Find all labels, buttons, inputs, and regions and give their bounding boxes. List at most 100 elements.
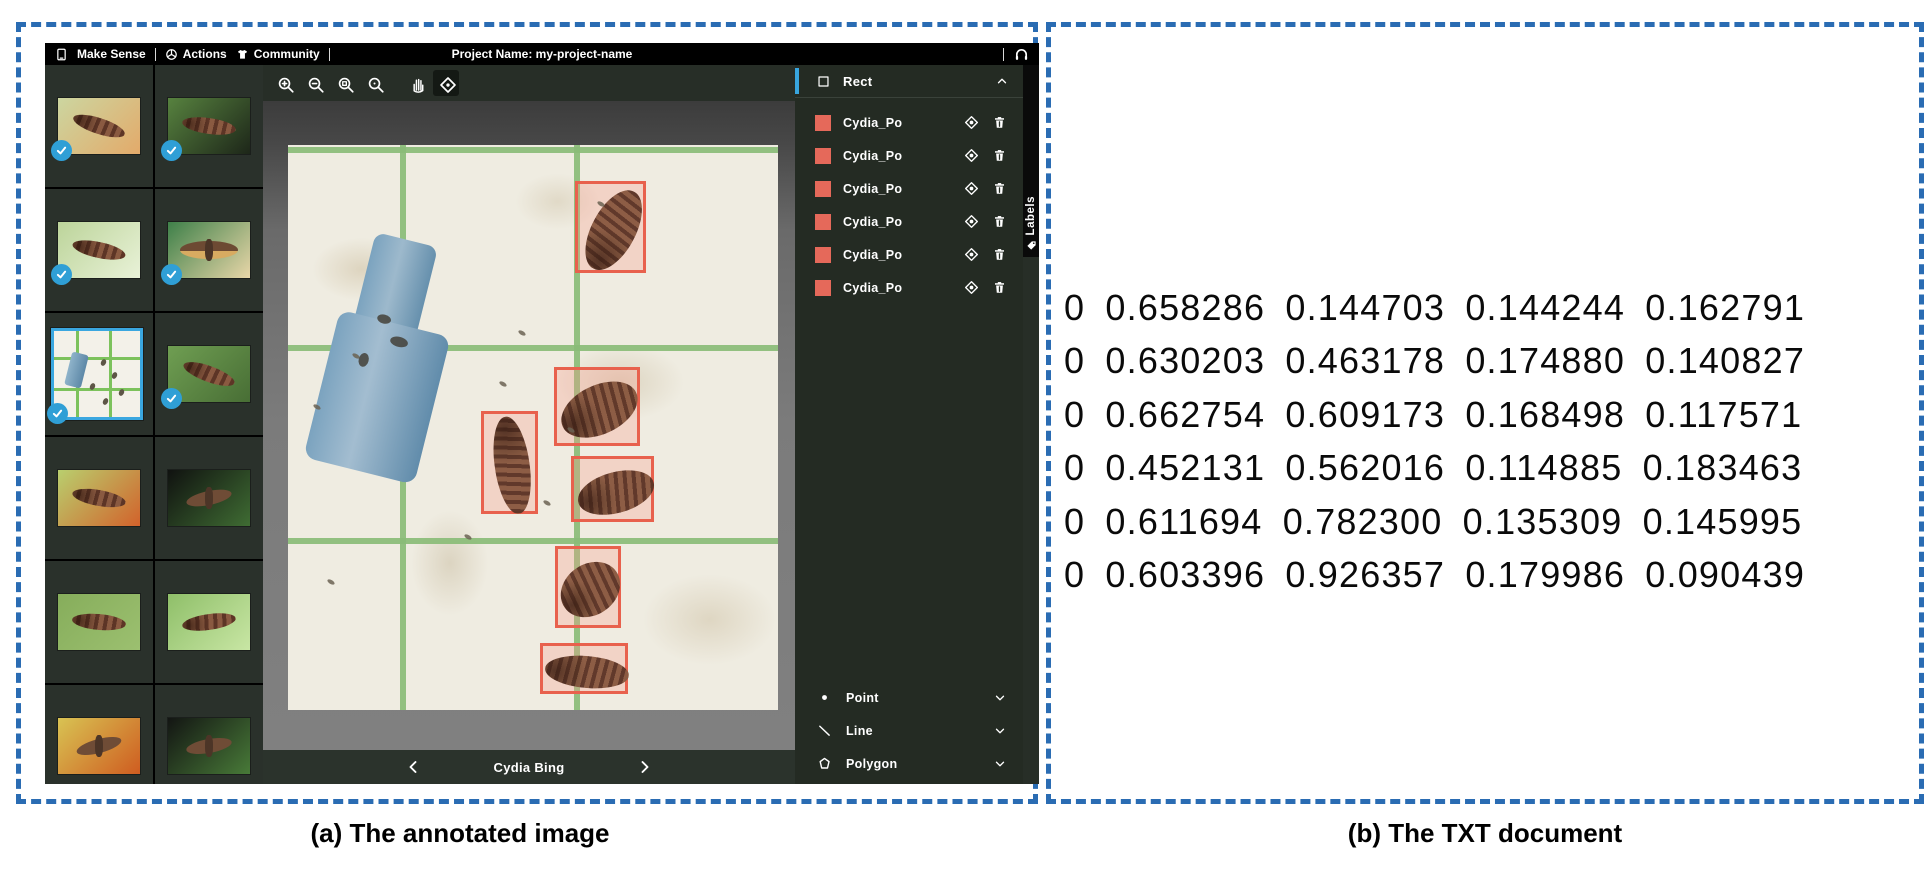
menu-actions[interactable]: Actions (165, 47, 227, 61)
chevron-up-icon[interactable] (995, 74, 1009, 88)
trap-gridline (288, 147, 778, 153)
thumbnail-cell[interactable] (45, 437, 153, 559)
select-tool-button[interactable] (433, 70, 459, 96)
thumbnail-image[interactable] (51, 98, 140, 161)
bounding-box[interactable] (539, 642, 630, 694)
thumbnail-cell[interactable] (45, 189, 153, 311)
zoom-in-button[interactable] (271, 70, 297, 96)
headphones-icon[interactable] (1014, 47, 1029, 62)
bounding-box[interactable] (481, 410, 538, 517)
visibility-button[interactable] (964, 247, 979, 262)
visibility-button[interactable] (964, 214, 979, 229)
delete-button[interactable] (992, 148, 1007, 163)
bounding-box[interactable] (552, 366, 648, 450)
thumbnail-cell[interactable] (155, 65, 263, 187)
debris-speck (517, 329, 527, 338)
thumbnail-image[interactable] (168, 718, 250, 774)
thumbnail-cell[interactable] (155, 313, 263, 435)
tool-label: Line (846, 723, 873, 738)
visibility-button[interactable] (964, 148, 979, 163)
moth-body (205, 239, 213, 261)
labels-tab[interactable]: Labels (1023, 65, 1039, 257)
txt-line: 0 0.452131 0.562016 0.114885 0.183463 (1064, 447, 1803, 489)
tool-sections: Point Line Polygon (795, 681, 1023, 780)
label-row[interactable]: Cydia_Po (795, 271, 1023, 304)
delete-button[interactable] (992, 214, 1007, 229)
larva-figure (70, 236, 128, 264)
visibility-button[interactable] (964, 280, 979, 295)
thumb-speck (118, 388, 126, 398)
thumbnail-image[interactable] (58, 718, 140, 774)
thumbnail-image[interactable] (58, 594, 140, 650)
line-icon (817, 723, 832, 738)
label-row-actions (964, 148, 1007, 163)
thumbnail-cell[interactable] (45, 685, 153, 784)
thumbnail-image[interactable] (161, 98, 250, 161)
annotated-trap-image[interactable] (288, 145, 778, 710)
menu-divider (154, 47, 156, 61)
delete-button[interactable] (992, 280, 1007, 295)
thumbnail-image[interactable] (58, 470, 140, 526)
thumbnail-cell[interactable] (155, 561, 263, 683)
thumbnail-image[interactable] (168, 470, 250, 526)
zoom-out-button[interactable] (301, 70, 327, 96)
editor-canvas[interactable] (263, 101, 795, 750)
labels-sidebar: Rect Cydia_Po Cydia_Po Cydia_Po Cydia_Po Cyd… (795, 65, 1023, 784)
bounding-box[interactable] (550, 545, 632, 630)
label-row[interactable]: Cydia_Po (795, 139, 1023, 172)
chevron-down-icon[interactable] (993, 757, 1007, 771)
class-color-swatch (815, 114, 831, 131)
checked-badge-icon (47, 403, 68, 424)
larva (552, 370, 648, 450)
visibility-button[interactable] (964, 181, 979, 196)
app-title[interactable]: Make Sense (77, 47, 146, 61)
thumbnail-cell[interactable] (155, 189, 263, 311)
bounding-box[interactable] (573, 180, 654, 279)
larva-figure (181, 114, 237, 138)
menu-divider (328, 47, 330, 61)
caption-b: (b) The TXT document (1347, 818, 1623, 848)
rect-section-header[interactable]: Rect (795, 65, 1023, 98)
delete-button[interactable] (992, 115, 1007, 130)
next-image-button[interactable] (636, 759, 652, 775)
checkbox-icon[interactable] (817, 75, 830, 88)
thumbnail-cell[interactable] (45, 65, 153, 187)
zoom-fit-button[interactable] (331, 70, 357, 96)
zoom-max-button[interactable] (361, 70, 387, 96)
thumbnail-image[interactable] (168, 594, 250, 650)
thumbnail-cell[interactable] (45, 561, 153, 683)
moth-body (205, 735, 213, 757)
thumbnail-cell[interactable] (155, 437, 263, 559)
label-row[interactable]: Cydia_Po (795, 238, 1023, 271)
tool-row-polygon[interactable]: Polygon (795, 747, 1023, 780)
tool-row-point[interactable]: Point (795, 681, 1023, 714)
thumbnail-cell[interactable] (45, 313, 153, 435)
thumbnail-image[interactable] (51, 222, 140, 285)
prev-image-button[interactable] (406, 759, 422, 775)
delete-button[interactable] (992, 247, 1007, 262)
thumbnail-cell[interactable] (155, 685, 263, 784)
menu-community[interactable]: Community (236, 47, 320, 61)
label-row[interactable]: Cydia_Po (795, 172, 1023, 205)
point-icon (817, 690, 832, 705)
thumbnail-trap-image[interactable] (47, 328, 143, 424)
bounding-box[interactable] (571, 455, 659, 523)
label-row[interactable]: Cydia_Po (795, 205, 1023, 238)
checked-badge-icon (161, 388, 182, 409)
chevron-down-icon[interactable] (993, 724, 1007, 738)
thumbnail-image[interactable] (161, 346, 250, 409)
chevron-down-icon[interactable] (993, 691, 1007, 705)
thumb-gridline (54, 356, 140, 360)
class-color-swatch (815, 180, 831, 197)
tool-row-line[interactable]: Line (795, 714, 1023, 747)
label-row-actions (964, 214, 1007, 229)
visibility-button[interactable] (964, 115, 979, 130)
thumbnail-image[interactable] (161, 222, 250, 285)
zoom-fit-icon (337, 76, 354, 93)
drag-hand-button[interactable] (403, 70, 429, 96)
moth-body (205, 487, 213, 509)
menu-actions-label: Actions (182, 47, 227, 61)
delete-button[interactable] (992, 181, 1007, 196)
label-row[interactable]: Cydia_Po (795, 106, 1023, 139)
thumb-speck (111, 371, 119, 380)
